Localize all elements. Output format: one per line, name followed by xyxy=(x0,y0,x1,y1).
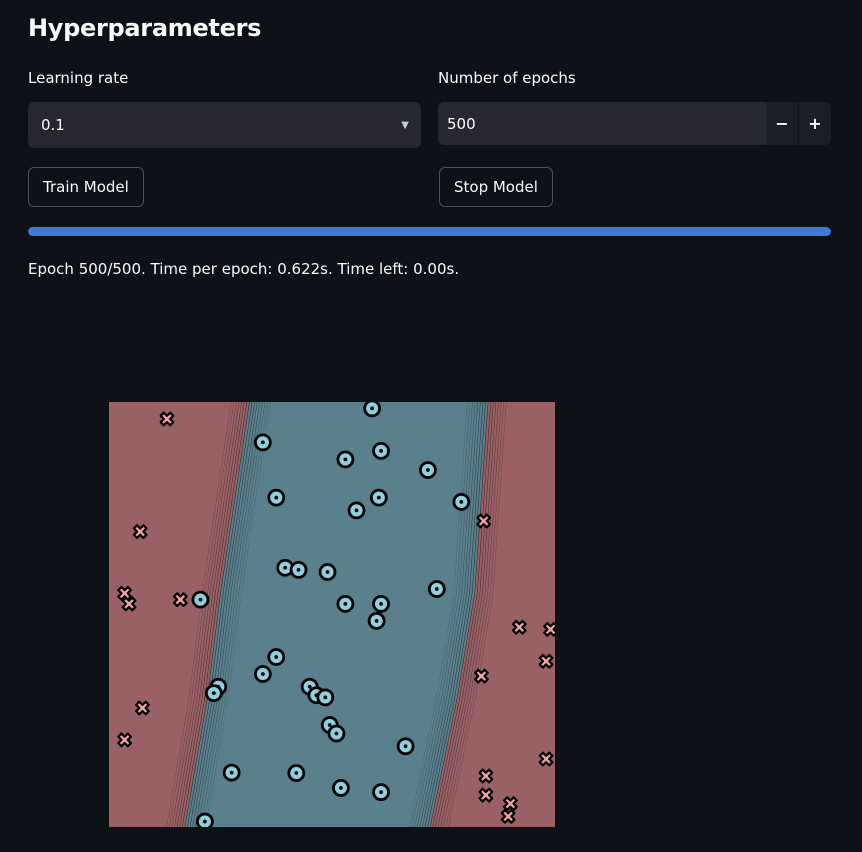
data-point-o xyxy=(452,492,471,511)
data-point-o xyxy=(336,594,355,613)
data-point-o xyxy=(253,433,272,452)
learning-rate-select[interactable]: 0.1 ▼ xyxy=(28,102,421,148)
data-point-o xyxy=(267,488,286,507)
data-point-x xyxy=(538,751,554,767)
data-point-x xyxy=(478,787,494,803)
data-point-x xyxy=(500,808,516,824)
data-point-o xyxy=(327,724,346,743)
data-point-o xyxy=(267,648,286,666)
data-point-o xyxy=(253,665,272,683)
data-point-x xyxy=(476,513,492,529)
progress-bar xyxy=(28,227,831,236)
data-point-o xyxy=(316,688,335,707)
data-point-o xyxy=(427,580,446,598)
data-point-x xyxy=(502,796,518,812)
data-point-o xyxy=(195,812,214,827)
epochs-number-input: 500 − + xyxy=(438,102,831,145)
page-title: Hyperparameters xyxy=(28,14,262,42)
data-point-o xyxy=(372,441,390,460)
data-point-x xyxy=(511,619,527,635)
data-point-o xyxy=(363,402,382,418)
learning-rate-value: 0.1 xyxy=(41,116,65,134)
data-point-o xyxy=(369,488,388,507)
data-point-o xyxy=(367,611,386,630)
data-point-o xyxy=(191,590,210,609)
train-model-button[interactable]: Train Model xyxy=(28,167,144,207)
decrement-button[interactable]: − xyxy=(766,102,798,145)
data-point-o xyxy=(222,763,241,782)
data-point-o xyxy=(332,778,350,797)
data-point-o xyxy=(336,450,355,469)
data-point-o xyxy=(372,783,390,802)
data-point-x xyxy=(538,653,554,669)
learning-rate-label: Learning rate xyxy=(28,69,129,87)
status-text: Epoch 500/500. Time per epoch: 0.622s. T… xyxy=(28,260,460,278)
data-point-o xyxy=(318,563,337,581)
stop-model-button[interactable]: Stop Model xyxy=(439,167,553,207)
data-point-o xyxy=(347,501,366,520)
data-point-o xyxy=(287,764,306,782)
progress-fill xyxy=(28,227,831,236)
data-point-x xyxy=(135,700,150,716)
data-point-x xyxy=(121,596,137,612)
epochs-label: Number of epochs xyxy=(438,69,576,87)
decision-boundary-plot xyxy=(109,402,555,827)
chevron-down-icon: ▼ xyxy=(401,119,409,131)
increment-button[interactable]: + xyxy=(798,102,831,145)
data-point-o xyxy=(289,560,308,579)
data-point-x xyxy=(159,411,175,427)
data-point-x xyxy=(117,732,133,748)
data-point-o xyxy=(204,684,223,703)
data-point-x xyxy=(474,668,489,684)
data-point-o xyxy=(372,594,390,613)
data-point-o xyxy=(396,737,415,756)
data-point-o xyxy=(418,461,437,479)
epochs-input[interactable]: 500 xyxy=(438,102,766,145)
data-point-x xyxy=(132,524,148,540)
data-point-x xyxy=(478,768,494,784)
data-point-x xyxy=(172,592,188,608)
